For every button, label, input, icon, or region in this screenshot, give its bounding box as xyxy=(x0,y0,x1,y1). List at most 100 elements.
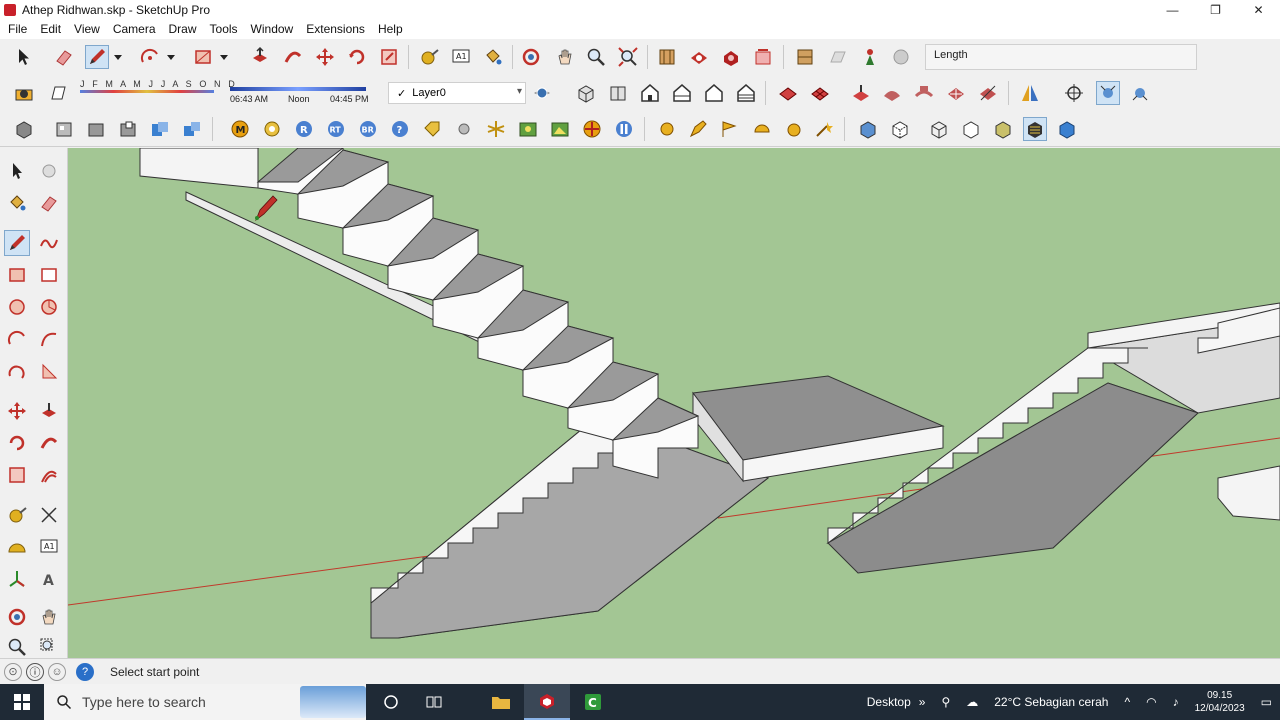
extension-warehouse-icon[interactable] xyxy=(719,45,743,69)
rotated-rectangle-icon[interactable] xyxy=(36,262,62,288)
sandbox-scratch-icon[interactable] xyxy=(808,81,832,105)
sketchup-taskbar-icon[interactable] xyxy=(524,684,570,720)
view-settings-icon[interactable] xyxy=(1096,81,1120,105)
target-icon[interactable] xyxy=(1062,81,1086,105)
pencil-tool-icon[interactable] xyxy=(4,230,30,256)
shaded-textures-style-icon[interactable] xyxy=(1023,117,1047,141)
plugin-material-icon[interactable] xyxy=(260,117,284,141)
layer-dropdown[interactable]: ✓ Layer0 ▾ xyxy=(388,82,526,104)
pie-tool-icon[interactable] xyxy=(36,358,62,384)
plugin-render-icon[interactable] xyxy=(516,117,540,141)
paint-bucket-icon[interactable] xyxy=(481,45,505,69)
desktop-chevron-icon[interactable]: » xyxy=(919,695,926,709)
back-edges-style-icon[interactable] xyxy=(888,117,912,141)
zoom-tool-icon[interactable] xyxy=(4,634,30,660)
followme-tool-icon[interactable] xyxy=(36,430,62,456)
rectangle-tool-icon[interactable] xyxy=(4,262,30,288)
rectangle-tool-icon[interactable] xyxy=(191,45,215,69)
chevron-down-icon[interactable] xyxy=(217,45,231,69)
flip-edge-icon[interactable] xyxy=(976,81,1000,105)
plugin-rt-icon[interactable]: RT xyxy=(324,117,348,141)
tape-measure-icon[interactable] xyxy=(4,502,30,528)
dimension-tool-icon[interactable] xyxy=(36,502,62,528)
mirror-icon[interactable] xyxy=(1018,81,1042,105)
arc-tool-icon[interactable] xyxy=(4,326,30,352)
sandbox-contours-icon[interactable] xyxy=(776,81,800,105)
drape-icon[interactable] xyxy=(912,81,936,105)
solid-trim-icon[interactable] xyxy=(148,117,172,141)
notifications-icon[interactable]: ▭ xyxy=(1261,695,1272,709)
plugin-help-icon[interactable]: ? xyxy=(388,117,412,141)
components-icon[interactable] xyxy=(12,117,36,141)
plugin-orb-icon[interactable] xyxy=(655,117,679,141)
section-plane-icon[interactable] xyxy=(793,45,817,69)
shadows-toggle-icon[interactable] xyxy=(12,81,36,105)
left-view-icon[interactable] xyxy=(734,81,758,105)
zoom-window-icon[interactable] xyxy=(36,634,62,660)
eraser-tool-icon[interactable] xyxy=(52,45,76,69)
zoom-tool-icon[interactable] xyxy=(584,45,608,69)
fog-toggle-icon[interactable] xyxy=(46,81,70,105)
menu-edit[interactable]: Edit xyxy=(35,22,66,36)
shaded-style-icon[interactable] xyxy=(991,117,1015,141)
tape-measure-icon[interactable] xyxy=(417,45,441,69)
month-slider-track[interactable] xyxy=(80,90,214,93)
plugin-tag-icon[interactable] xyxy=(420,117,444,141)
modeling-viewport[interactable] xyxy=(68,148,1280,658)
restore-button[interactable]: ❐ xyxy=(1194,0,1237,19)
protractor-icon[interactable] xyxy=(4,534,30,560)
pushpull-tool-icon[interactable] xyxy=(248,45,272,69)
circle-tool-icon[interactable] xyxy=(4,294,30,320)
xray-style-icon[interactable] xyxy=(856,117,880,141)
layout-send-icon[interactable] xyxy=(751,45,775,69)
minimize-button[interactable]: — xyxy=(1151,0,1194,19)
weather-icon[interactable]: ☁ xyxy=(966,695,978,709)
wireframe-style-icon[interactable] xyxy=(927,117,951,141)
windows-start-icon[interactable] xyxy=(0,684,44,720)
menu-draw[interactable]: Draw xyxy=(164,22,202,36)
pan-tool-icon[interactable] xyxy=(36,604,62,630)
solid-subtract-icon[interactable] xyxy=(116,117,140,141)
file-explorer-icon[interactable] xyxy=(478,684,524,720)
zoom-extents-icon[interactable] xyxy=(616,45,640,69)
orbit-tool-icon[interactable] xyxy=(519,45,543,69)
plugin-sphere-icon[interactable] xyxy=(452,117,476,141)
chevron-down-icon[interactable] xyxy=(164,45,178,69)
volume-icon[interactable]: ♪ xyxy=(1173,695,1179,709)
pushpull-tool-icon[interactable] xyxy=(36,398,62,424)
freehand-tool-icon[interactable] xyxy=(36,230,62,256)
back-view-icon[interactable] xyxy=(702,81,726,105)
scale-tool-icon[interactable] xyxy=(4,462,30,488)
plugin-wand-icon[interactable] xyxy=(812,117,836,141)
instructor-help-icon[interactable]: ? xyxy=(76,662,94,681)
plugin-sparkle-icon[interactable] xyxy=(484,117,508,141)
menu-view[interactable]: View xyxy=(69,22,105,36)
offset-tool-icon[interactable] xyxy=(36,462,62,488)
wifi-icon[interactable]: ◠ xyxy=(1146,695,1156,709)
plugin-br-icon[interactable]: BR xyxy=(356,117,380,141)
orbit-tool-icon[interactable] xyxy=(4,604,30,630)
rotate-tool-icon[interactable] xyxy=(4,430,30,456)
plugin-render-alt-icon[interactable] xyxy=(548,117,572,141)
select-tool-icon[interactable] xyxy=(12,45,36,69)
layer-manager-icon[interactable] xyxy=(530,81,554,105)
menu-tools[interactable]: Tools xyxy=(205,22,243,36)
weather-text[interactable]: 22°C Sebagian cerah xyxy=(994,695,1108,709)
paint-bucket-icon[interactable] xyxy=(4,190,30,216)
plugin-target-icon[interactable] xyxy=(580,117,604,141)
add-detail-icon[interactable] xyxy=(944,81,968,105)
polygon-tool-icon[interactable] xyxy=(36,294,62,320)
hidden-line-style-icon[interactable] xyxy=(959,117,983,141)
menu-file[interactable]: File xyxy=(3,22,32,36)
plugin-r-icon[interactable]: R xyxy=(292,117,316,141)
three-point-arc-icon[interactable] xyxy=(4,358,30,384)
3d-text-icon[interactable]: A xyxy=(36,566,62,592)
solid-union-icon[interactable] xyxy=(84,117,108,141)
people-icon[interactable]: ⚲ xyxy=(941,695,950,709)
close-button[interactable]: ✕ xyxy=(1237,0,1280,19)
section-display-icon[interactable] xyxy=(826,45,850,69)
task-view-icon[interactable] xyxy=(412,684,458,720)
two-point-arc-icon[interactable] xyxy=(36,326,62,352)
pause-icon[interactable] xyxy=(612,117,636,141)
move-tool-icon[interactable] xyxy=(4,398,30,424)
